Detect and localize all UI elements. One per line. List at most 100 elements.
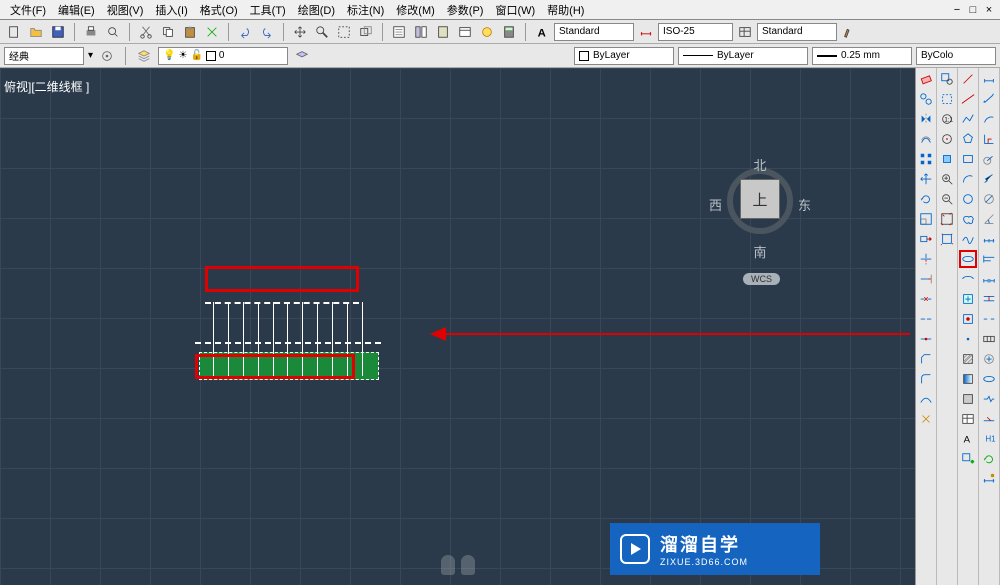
menu-format[interactable]: 格式(O) [194,2,244,18]
dim-continue-button[interactable] [980,270,998,288]
make-block-button[interactable] [959,310,977,328]
properties-button[interactable] [389,22,409,42]
zoom-center-button[interactable] [938,130,956,148]
dim-jog-line-button[interactable] [980,390,998,408]
addselect-button[interactable] [959,450,977,468]
workspace-settings-button[interactable] [97,46,117,66]
mirror-button[interactable] [917,110,935,128]
viewcube-top-face[interactable]: 上 [740,179,780,219]
markup-button[interactable] [477,22,497,42]
menu-dimension[interactable]: 标注(N) [341,2,390,18]
maximize-icon[interactable]: □ [966,4,980,16]
point-button[interactable] [959,330,977,348]
text-style-dropdown[interactable]: Standard [554,23,634,41]
close-icon[interactable]: × [982,4,996,16]
insert-block-button[interactable] [959,290,977,308]
zoom-dynamic-button[interactable] [938,90,956,108]
zoom-window-button[interactable] [938,70,956,88]
inspect-button[interactable] [980,370,998,388]
dim-jogged-button[interactable] [980,170,998,188]
paste-button[interactable] [180,22,200,42]
move-button[interactable] [917,170,935,188]
dropdown-arrow-icon[interactable]: ▾ [88,50,93,61]
undo-button[interactable] [235,22,255,42]
array-button[interactable] [917,150,935,168]
drawing-area[interactable]: 俯视][二维线框 ] 北 南 西 东 上 WCS 溜溜自学 ZIXUE.3D66… [0,68,915,585]
viewcube-east[interactable]: 东 [798,195,811,214]
dim-style-dropdown[interactable]: ISO-25 [658,23,733,41]
text-style-button[interactable]: A [532,22,552,42]
gradient-button[interactable] [959,370,977,388]
layer-dropdown[interactable]: 💡 ☀ 🔓 0 [158,47,288,65]
extend-button[interactable] [917,270,935,288]
calc-button[interactable] [499,22,519,42]
pline-button[interactable] [959,110,977,128]
menu-window[interactable]: 窗口(W) [489,2,541,18]
color-dropdown[interactable]: ByLayer [574,47,674,65]
pan-button[interactable] [290,22,310,42]
dim-update-button[interactable] [980,450,998,468]
viewcube-north[interactable]: 北 [753,155,766,174]
menu-help[interactable]: 帮助(H) [541,2,590,18]
workspace-dropdown[interactable]: 经典 [4,47,84,65]
trim-button[interactable] [917,250,935,268]
tolerance-button[interactable] [980,330,998,348]
menu-modify[interactable]: 修改(M) [390,2,441,18]
plotstyle-dropdown[interactable]: ByColo [916,47,996,65]
zoom-all-button[interactable] [938,210,956,228]
spline-button[interactable] [959,230,977,248]
zoom-out-button[interactable] [938,190,956,208]
circle-button[interactable] [959,190,977,208]
menu-view[interactable]: 视图(V) [101,2,150,18]
table-style-button[interactable] [735,22,755,42]
copy-button[interactable] [158,22,178,42]
region-button[interactable] [959,390,977,408]
linetype-dropdown[interactable]: ByLayer [678,47,808,65]
join-button[interactable] [917,330,935,348]
new-button[interactable] [4,22,24,42]
menu-file[interactable]: 文件(F) [4,2,52,18]
fillet-button[interactable] [917,370,935,388]
menu-insert[interactable]: 插入(I) [149,2,193,18]
zoom-prev-button[interactable] [356,22,376,42]
zoom-extents-button[interactable] [938,230,956,248]
layer-manager-button[interactable] [134,46,154,66]
dim-break-button[interactable] [980,310,998,328]
hatch-button[interactable] [959,350,977,368]
redo-button[interactable] [257,22,277,42]
viewcube[interactable]: 北 南 西 东 上 WCS [705,153,815,283]
dim-aligned-button[interactable] [980,90,998,108]
break-button[interactable] [917,290,935,308]
zoom-window-button[interactable] [334,22,354,42]
sheet-button[interactable] [455,22,475,42]
cut-button[interactable] [136,22,156,42]
dim-space-button[interactable] [980,290,998,308]
ellipse-arc-button[interactable] [959,270,977,288]
centermark-button[interactable] [980,350,998,368]
dim-diameter-button[interactable] [980,190,998,208]
zoom-object-button[interactable] [938,150,956,168]
table-style-dropdown[interactable]: Standard [757,23,837,41]
layer-prev-button[interactable] [292,46,312,66]
menu-edit[interactable]: 编辑(E) [52,2,101,18]
scale-button[interactable] [917,210,935,228]
menu-param[interactable]: 参数(P) [441,2,490,18]
dim-style-button[interactable] [636,22,656,42]
erase-button[interactable] [917,70,935,88]
match-button[interactable] [202,22,222,42]
mtext-button[interactable]: A [959,430,977,448]
ellipse-button[interactable] [959,250,977,268]
dim-baseline-button[interactable] [980,250,998,268]
dim-edit-button[interactable] [980,410,998,428]
offset-button[interactable] [917,130,935,148]
dim-angular-button[interactable] [980,210,998,228]
dim-quick-button[interactable] [980,230,998,248]
dimstyle-button[interactable] [980,470,998,488]
dim-arc-button[interactable] [980,110,998,128]
xline-button[interactable] [959,90,977,108]
table-button[interactable] [959,410,977,428]
print-button[interactable] [81,22,101,42]
preview-button[interactable] [103,22,123,42]
viewcube-wcs[interactable]: WCS [743,273,780,285]
brush-button[interactable] [839,22,859,42]
